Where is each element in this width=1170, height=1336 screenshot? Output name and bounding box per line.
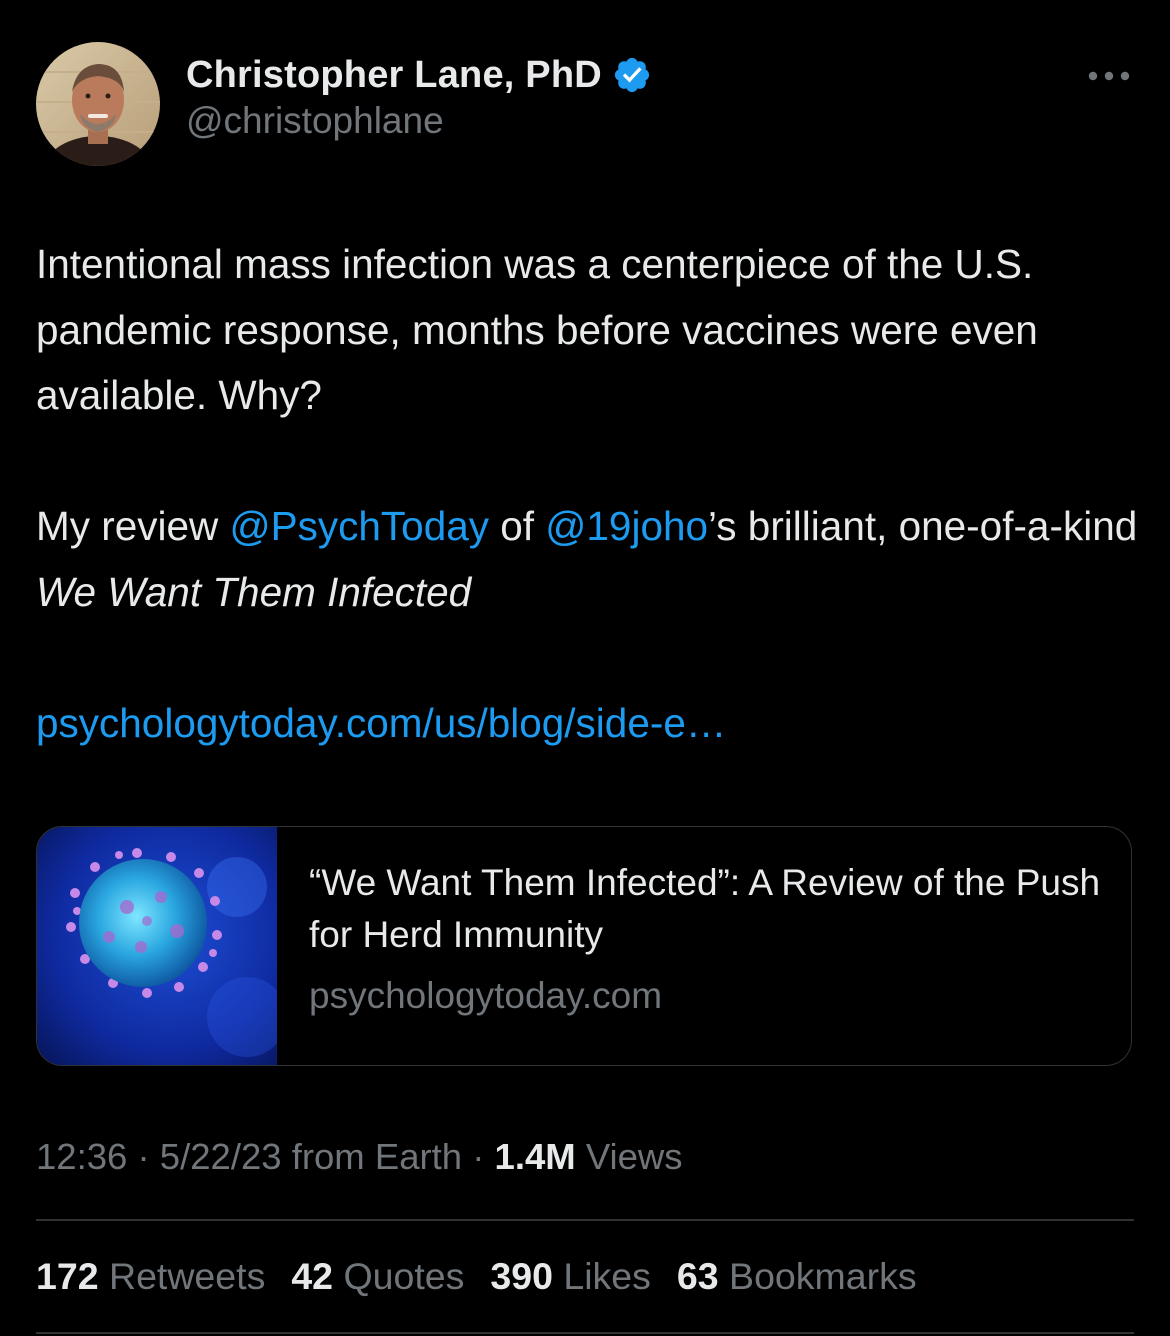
tweet-metadata: 12:36 · 5/22/23 from Earth · 1.4M Views <box>36 1136 683 1178</box>
views-count[interactable]: 1.4M <box>495 1136 576 1177</box>
text-span: of <box>489 503 546 549</box>
book-title: We Want Them Infected <box>36 568 472 615</box>
tweet-paragraph: Intentional mass infection was a centerp… <box>36 241 1038 418</box>
link-preview-card[interactable]: “We Want Them Infected”: A Review of the… <box>36 826 1132 1066</box>
quotes-stat[interactable]: 42 Quotes <box>291 1255 464 1298</box>
tweet-paragraph: My review @PsychToday of @19joho’s brill… <box>36 494 1146 625</box>
likes-count: 390 <box>490 1255 553 1297</box>
divider <box>36 1219 1134 1221</box>
bookmarks-label: Bookmarks <box>718 1255 917 1297</box>
url-link[interactable]: psychologytoday.com/us/blog/side-e… <box>36 700 726 746</box>
tweet-header: Christopher Lane, PhD @christophlane <box>36 40 1136 166</box>
retweets-count: 172 <box>36 1255 99 1297</box>
card-domain: psychologytoday.com <box>309 975 663 1016</box>
profile-photo-icon <box>36 42 160 166</box>
retweets-label: Retweets <box>98 1255 266 1297</box>
tweet-paragraph: psychologytoday.com/us/blog/side-e… <box>36 691 1146 757</box>
likes-label: Likes <box>552 1255 651 1297</box>
virus-image <box>37 827 277 1065</box>
likes-stat[interactable]: 390 Likes <box>490 1255 651 1298</box>
engagement-stats: 172 Retweets 42 Quotes 390 Likes 63 Book… <box>36 1255 943 1298</box>
bookmarks-stat[interactable]: 63 Bookmarks <box>677 1255 917 1298</box>
tweet-body: Intentional mass infection was a centerp… <box>36 232 1146 756</box>
separator: · <box>127 1136 160 1177</box>
divider <box>36 1332 1134 1334</box>
author-info[interactable]: Christopher Lane, PhD @christophlane <box>186 52 652 142</box>
mention-link[interactable]: @PsychToday <box>230 503 489 549</box>
text-span: My review <box>36 503 230 549</box>
retweets-stat[interactable]: 172 Retweets <box>36 1255 265 1298</box>
name-row: Christopher Lane, PhD <box>186 52 652 98</box>
quotes-label: Quotes <box>333 1255 465 1297</box>
separator: · <box>462 1136 495 1177</box>
timestamp-time[interactable]: 12:36 <box>36 1136 127 1177</box>
virus-image-icon <box>37 827 277 1065</box>
views-label[interactable]: Views <box>576 1136 683 1177</box>
verified-badge-icon[interactable] <box>612 55 652 95</box>
tweet-source: from Earth <box>281 1136 463 1177</box>
ellipsis-icon[interactable] <box>1082 56 1136 96</box>
card-text: “We Want Them Infected”: A Review of the… <box>309 857 1109 1017</box>
mention-link[interactable]: @19joho <box>545 503 708 549</box>
avatar[interactable] <box>36 42 160 166</box>
display-name[interactable]: Christopher Lane, PhD <box>186 54 602 97</box>
quotes-count: 42 <box>291 1255 334 1297</box>
bookmarks-count: 63 <box>676 1255 719 1297</box>
handle[interactable]: @christophlane <box>186 100 652 142</box>
timestamp-date[interactable]: 5/22/23 <box>160 1136 282 1177</box>
text-span: ’s brilliant, one-of-a-kind <box>708 503 1138 549</box>
card-title: “We Want Them Infected”: A Review of the… <box>309 862 1101 955</box>
